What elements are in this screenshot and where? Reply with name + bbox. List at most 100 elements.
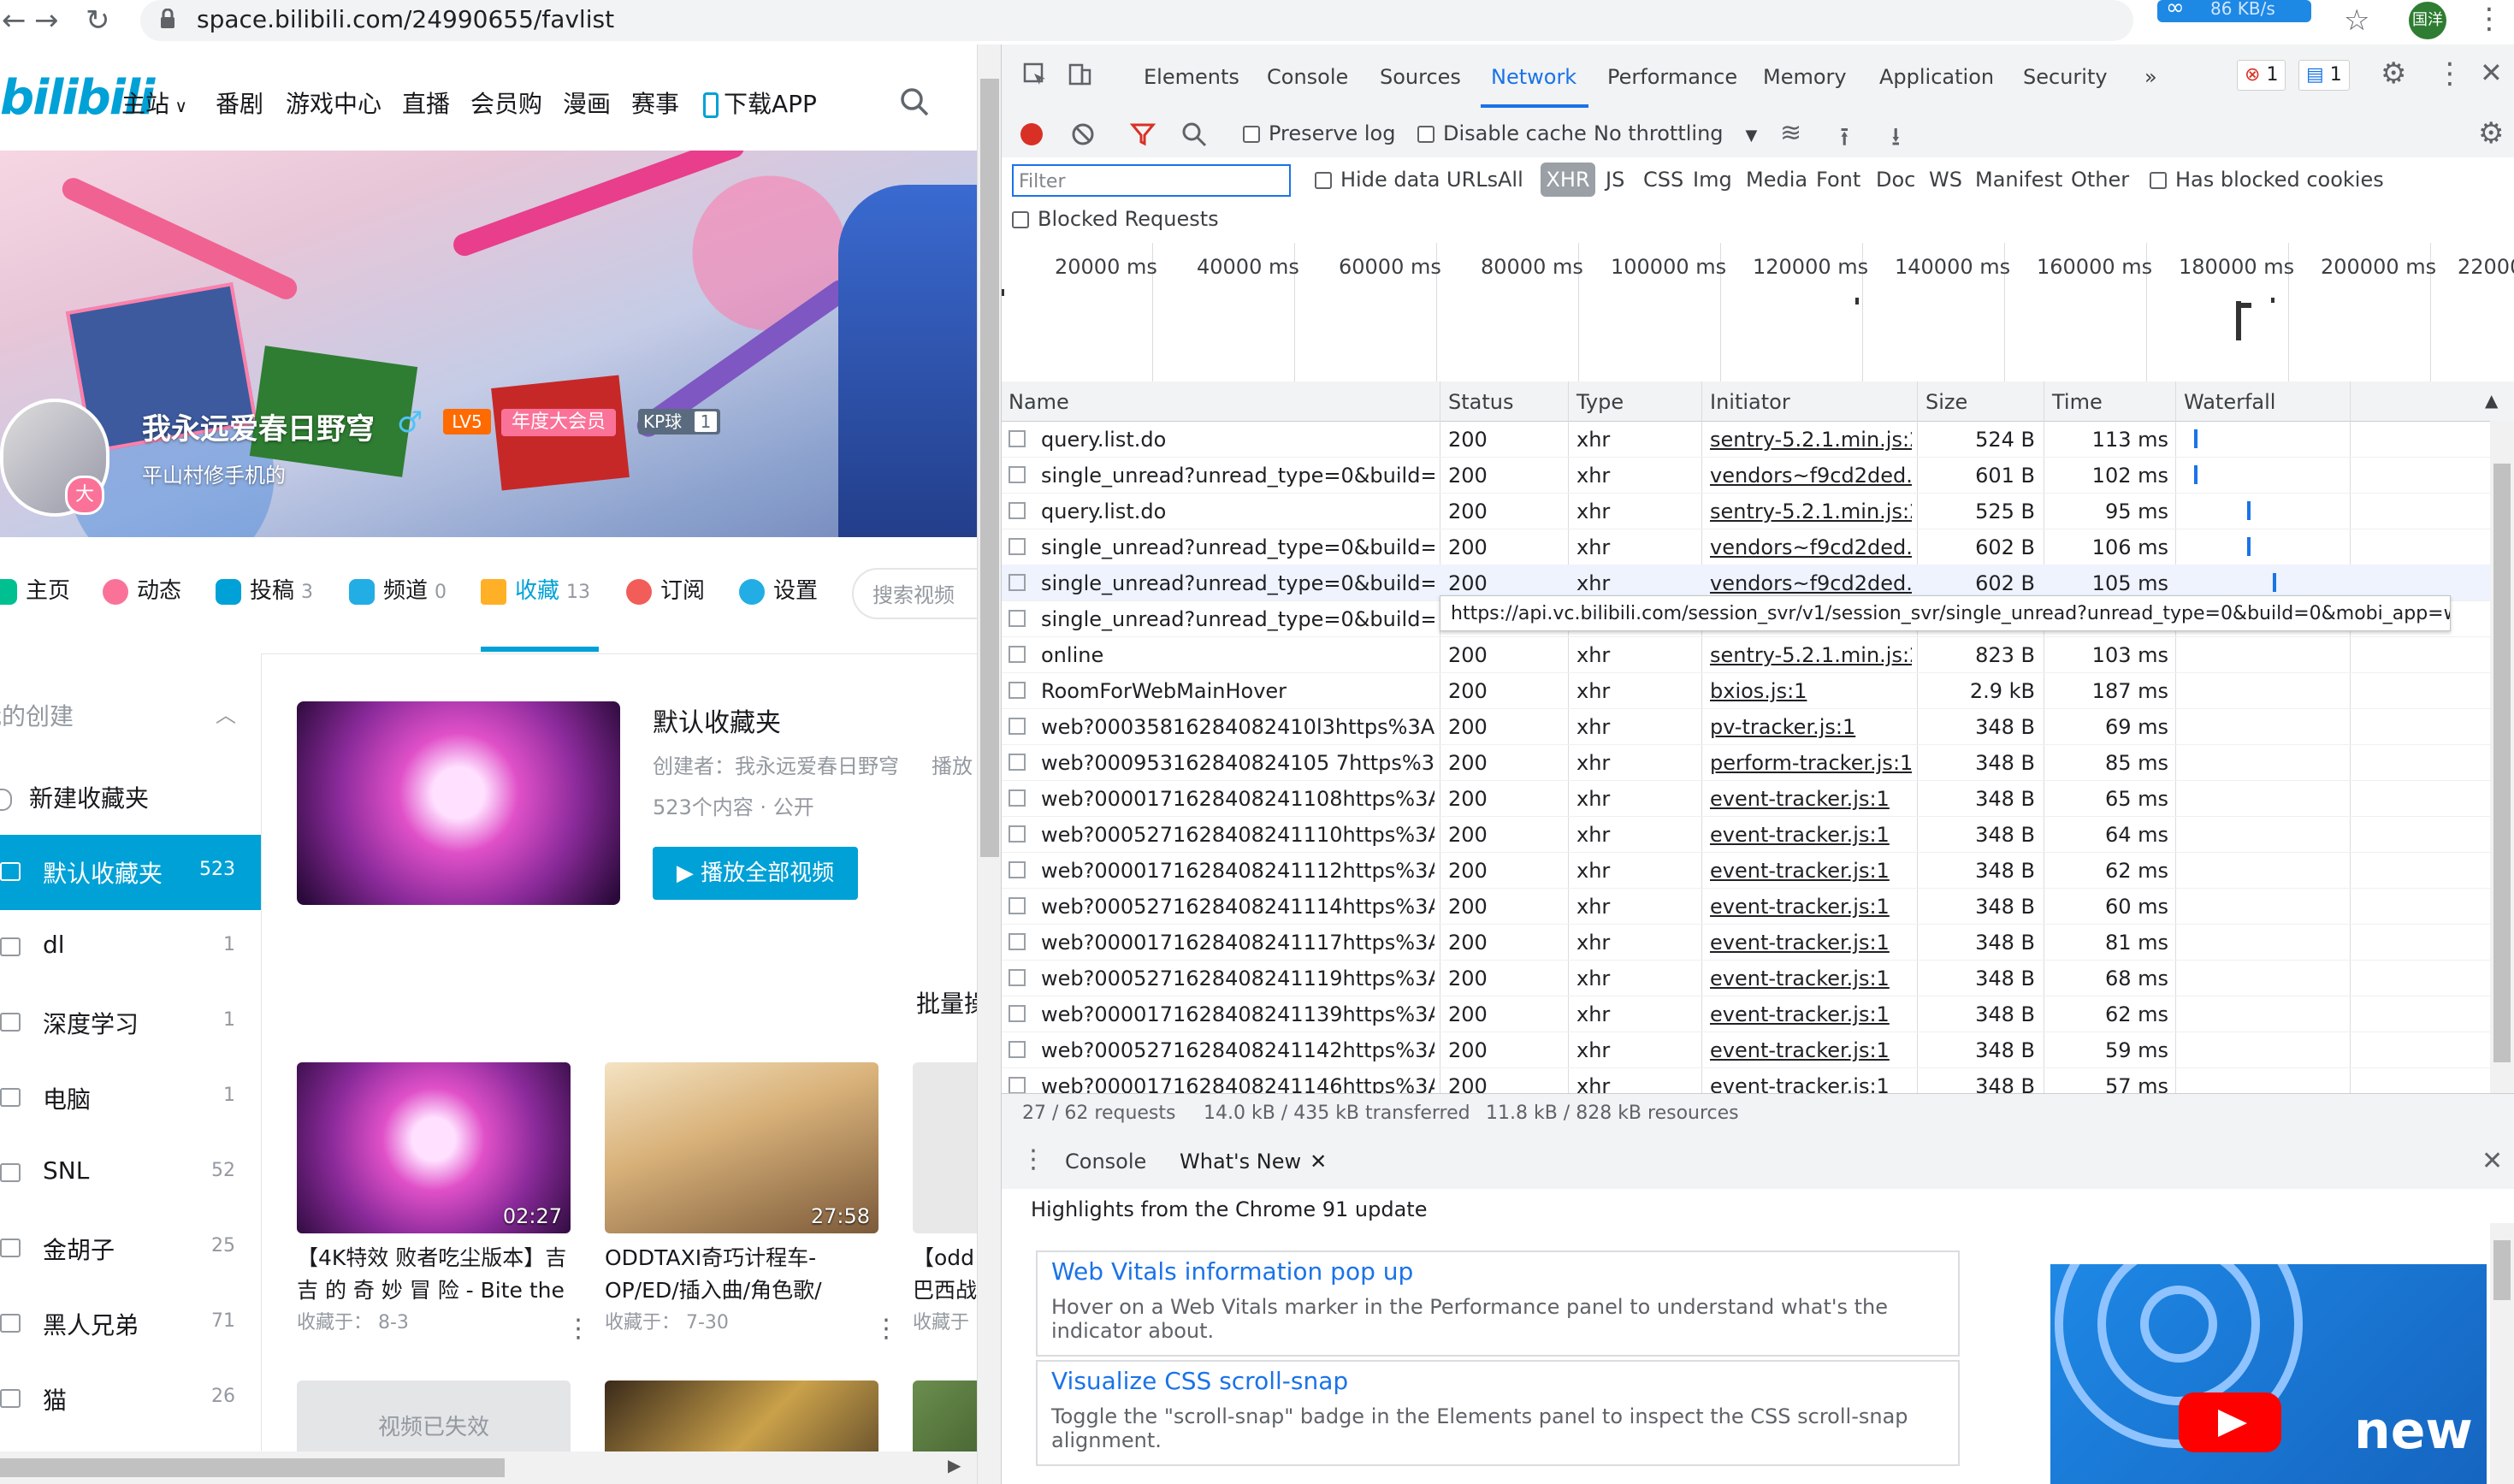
checkbox[interactable] <box>1012 211 1029 228</box>
tab-settings[interactable]: 设置 <box>739 573 818 605</box>
tab-dynamic[interactable]: 动态 <box>103 573 181 605</box>
whats-new-video-thumbnail[interactable]: new <box>2050 1264 2487 1484</box>
network-overview-timeline[interactable]: 20000 ms 40000 ms 60000 ms 80000 ms 1000… <box>1002 243 2514 382</box>
close-devtools-icon[interactable]: ✕ <box>2480 56 2503 89</box>
request-initiator[interactable]: event-tracker.js:1 <box>1710 859 1912 883</box>
search-video-input[interactable]: 搜索视频 <box>852 568 977 619</box>
column-time[interactable]: Time <box>2052 390 2103 414</box>
nav-main[interactable]: 主站 ∨ <box>121 86 187 120</box>
request-initiator[interactable]: vendors~f9cd2ded.f... <box>1710 535 1912 559</box>
my-created-header[interactable]: 我的创建 <box>0 698 74 732</box>
video-title[interactable]: ODDTAXI奇巧计程车- <box>605 1242 878 1274</box>
filter-type-all[interactable]: All <box>1498 168 1523 192</box>
devtools-tab-console[interactable]: Console <box>1267 65 1348 89</box>
table-row[interactable]: web?0005271628408241119https%3A%... 200 xh… <box>1002 960 2490 996</box>
request-initiator[interactable]: bxios.js:1 <box>1710 679 1912 703</box>
network-settings-gear-icon[interactable]: ⚙ <box>2478 116 2504 151</box>
folder-golden-beard[interactable]: 金胡子 25 <box>0 1211 261 1286</box>
has-blocked-cookies-checkbox[interactable]: Has blocked cookies <box>2150 168 2384 192</box>
folder-default[interactable]: 默认收藏夹 523 <box>0 835 261 910</box>
nav-game-center[interactable]: 游戏中心 <box>286 86 382 120</box>
drawer-tab-whats-new[interactable]: What's New ✕ <box>1180 1150 1327 1174</box>
search-icon[interactable] <box>1181 121 1207 147</box>
filter-type-doc[interactable]: Doc <box>1876 168 1915 192</box>
network-speed-extension[interactable]: ∞ 86 KB/s <box>2157 0 2311 22</box>
batch-manage-button[interactable]: 批量操 <box>916 985 977 1020</box>
nav-live[interactable]: 直播 <box>402 86 450 120</box>
nav-bangumi[interactable]: 番剧 <box>216 86 263 120</box>
checkbox[interactable] <box>2150 172 2167 189</box>
table-row[interactable]: web?0000171628408241139https%3A%... 200 xh… <box>1002 996 2490 1032</box>
column-name[interactable]: Name <box>1009 390 1069 414</box>
close-drawer-icon[interactable]: ✕ <box>2481 1146 2503 1176</box>
request-initiator[interactable]: pv-tracker.js:1 <box>1710 715 1912 739</box>
device-toolbar-icon[interactable] <box>1067 62 1092 87</box>
card-title[interactable]: Web Vitals information pop up <box>1051 1257 1413 1286</box>
filter-icon[interactable] <box>1130 121 1156 147</box>
preserve-log-checkbox[interactable]: Preserve log <box>1243 121 1395 145</box>
search-icon[interactable] <box>900 87 929 116</box>
record-icon[interactable] <box>1020 123 1043 145</box>
table-row[interactable]: web?00035816284082410l3https%3A%... 200 xh… <box>1002 708 2490 745</box>
scrollbar-thumb[interactable] <box>0 1458 505 1477</box>
vip-badge[interactable]: 年度大会员 <box>501 409 616 436</box>
column-initiator[interactable]: Initiator <box>1710 390 1790 414</box>
drawer-menu-icon[interactable]: ⋮ <box>1020 1144 1046 1174</box>
filter-type-xhr[interactable]: XHR <box>1541 163 1595 197</box>
table-row[interactable]: web?0000171628408241112https%3A%... 200 xh… <box>1002 852 2490 889</box>
devtools-tab-sources[interactable]: Sources <box>1380 65 1461 89</box>
tab-uploads[interactable]: 投稿 3 <box>216 573 313 605</box>
request-initiator[interactable]: sentry-5.2.1.min.js:2 <box>1710 428 1912 452</box>
filter-input[interactable]: Filter <box>1012 164 1291 197</box>
import-har-icon[interactable]: ⭱ <box>1840 118 1849 162</box>
checkbox[interactable] <box>1315 172 1332 189</box>
play-all-button[interactable]: ▶ 播放全部视频 <box>653 847 858 900</box>
table-row[interactable]: single_unread?unread_type=0&build=0... 20… <box>1002 529 2490 565</box>
folder-black-brothers[interactable]: 黑人兄弟 71 <box>0 1286 261 1362</box>
folder-cat[interactable]: 猫 26 <box>0 1362 261 1437</box>
filter-type-media[interactable]: Media <box>1746 168 1807 192</box>
message-count-badge[interactable]: ▤ 1 <box>2298 60 2350 91</box>
more-options-icon[interactable]: ⋮ <box>565 1314 591 1344</box>
folder-deep-learning[interactable]: 深度学习 1 <box>0 985 261 1061</box>
video-title[interactable]: 【odd <box>913 1242 977 1274</box>
devtools-tab-network[interactable]: Network <box>1491 65 1576 89</box>
table-row[interactable]: web?0000171628408241146https%3A%... 200 xh… <box>1002 1067 2490 1093</box>
forward-icon[interactable]: → <box>34 3 59 38</box>
video-title-line2[interactable]: 吉 的 奇 妙 冒 险 - Bite the <box>297 1274 579 1307</box>
table-row[interactable]: query.list.do 200 xhr sentry-5.2.1.min.js:2… <box>1002 493 2490 529</box>
tab-channel[interactable]: 频道 0 <box>349 573 447 605</box>
table-row[interactable]: web?0005271628408241114https%3A%... 200 xh… <box>1002 888 2490 925</box>
request-initiator[interactable]: event-tracker.js:1 <box>1710 931 1912 955</box>
table-row[interactable]: web?0000171628408241108https%3A%... 200 xh… <box>1002 780 2490 817</box>
column-size[interactable]: Size <box>1925 390 1967 414</box>
video-title[interactable]: 【4K特效 败者吃尘版本】吉 <box>297 1242 579 1274</box>
video-title-line2[interactable]: 巴西战 <box>913 1274 977 1307</box>
filter-type-img[interactable]: Img <box>1693 168 1732 192</box>
nav-shop[interactable]: 会员购 <box>470 86 542 120</box>
page-vertical-scrollbar[interactable] <box>977 44 1002 1484</box>
more-tabs-icon[interactable]: » <box>2144 65 2157 89</box>
request-initiator[interactable]: event-tracker.js:1 <box>1710 1038 1912 1062</box>
disable-cache-checkbox[interactable]: Disable cache <box>1417 121 1587 145</box>
filter-type-css[interactable]: CSS <box>1643 168 1683 192</box>
filter-type-js[interactable]: JS <box>1606 168 1624 192</box>
request-initiator[interactable]: perform-tracker.js:1 <box>1710 751 1912 775</box>
video-thumbnail[interactable]: 02:27 <box>297 1062 571 1233</box>
drawer-tab-console[interactable]: Console <box>1065 1150 1146 1174</box>
scroll-right-arrow-icon[interactable]: ▶ <box>948 1455 961 1475</box>
table-row[interactable]: web?0005271628408241110https%3A%... 200 xh… <box>1002 816 2490 853</box>
throttling-select[interactable]: No throttling ▼ <box>1594 121 1757 145</box>
nav-download-app[interactable]: 下载APP <box>703 86 817 120</box>
clear-icon[interactable] <box>1070 121 1096 147</box>
bookmark-star-icon[interactable]: ☆ <box>2344 3 2369 38</box>
devtools-tab-security[interactable]: Security <box>2023 65 2108 89</box>
request-initiator[interactable]: event-tracker.js:1 <box>1710 895 1912 919</box>
request-initiator[interactable]: sentry-5.2.1.min.js:2 <box>1710 643 1912 667</box>
checkbox[interactable] <box>1417 126 1434 143</box>
inspect-element-icon[interactable] <box>1022 62 1048 87</box>
table-row[interactable]: online 200 xhr sentry-5.2.1.min.js:2 823 B 10… <box>1002 636 2490 673</box>
filter-type-manifest[interactable]: Manifest <box>1975 168 2062 192</box>
folder-computer[interactable]: 电脑 1 <box>0 1061 261 1136</box>
browser-menu-icon[interactable]: ⋮ <box>2475 2 2504 36</box>
